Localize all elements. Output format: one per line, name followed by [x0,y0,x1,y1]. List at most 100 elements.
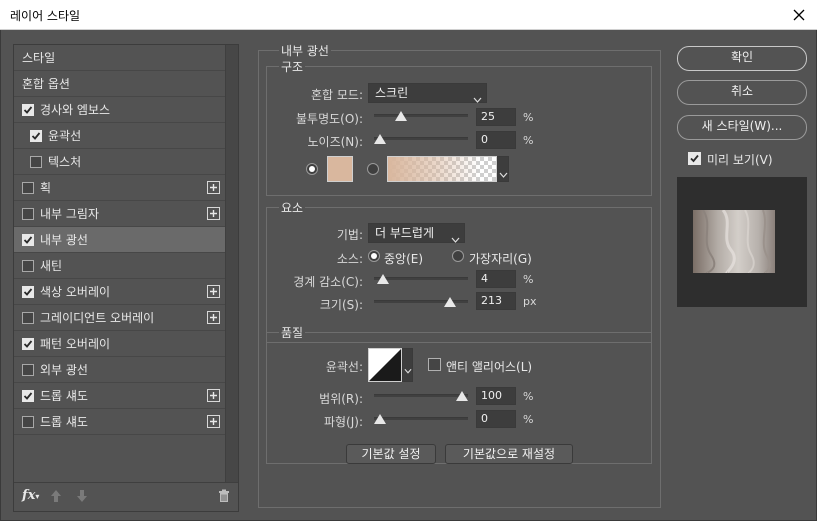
style-checkbox[interactable] [22,181,34,194]
style-list-item[interactable]: 그레이디언트 오버레이 [14,305,226,331]
inner-glow-title: 내부 광선 [279,42,331,59]
solid-color-radio[interactable] [306,163,318,175]
style-list-item[interactable]: 경사와 엠보스 [14,97,226,123]
style-list-scrollbar[interactable] [225,45,238,482]
range-slider[interactable] [374,389,468,403]
style-checkbox[interactable] [22,337,34,350]
ok-button[interactable]: 확인 [677,46,807,71]
contour-label: 윤곽선: [325,360,363,374]
noise-unit: % [523,134,534,147]
move-down-icon[interactable] [76,489,88,506]
cancel-button[interactable]: 취소 [677,80,807,105]
contour-dropdown-button[interactable] [402,348,413,382]
style-list-item[interactable]: 새틴 [14,253,226,279]
style-checkbox[interactable] [22,259,34,272]
blend-mode-select[interactable]: 스크린 [368,83,487,103]
style-list-item[interactable]: 색상 오버레이 [14,279,226,305]
style-list-item-label: 획 [40,181,52,195]
trash-icon[interactable] [218,489,230,506]
style-list-item[interactable]: 드롭 섀도 [14,409,226,435]
style-list-item-label: 드롭 섀도 [40,415,88,429]
add-icon[interactable] [207,311,220,324]
contour-curve-icon [369,349,401,381]
noise-label: 노이즈(N): [307,135,363,149]
style-list-item[interactable]: 획 [14,175,226,201]
noise-slider[interactable] [374,132,468,146]
fx-icon[interactable]: fx▾ [22,488,39,503]
jitter-input[interactable]: 0 [476,410,516,428]
checkmark-icon [23,339,33,348]
opacity-slider-thumb[interactable] [395,111,407,121]
add-icon[interactable] [207,207,220,220]
style-list-item-label: 윤곽선 [48,129,82,143]
noise-slider-track [374,137,468,140]
source-edge-radio[interactable] [452,250,464,262]
choke-unit: % [523,273,534,286]
technique-value: 더 부드럽게 [375,226,435,240]
range-input[interactable]: 100 [476,387,516,405]
style-checkbox[interactable] [22,103,34,116]
style-list-item[interactable]: 윤곽선 [14,123,226,149]
choke-slider[interactable] [374,272,468,286]
gradient-radio[interactable] [367,163,379,175]
style-checkbox[interactable] [22,389,34,402]
add-icon[interactable] [207,181,220,194]
style-list-item-label: 패턴 오버레이 [40,337,111,351]
gradient-picker[interactable] [387,156,497,182]
opacity-slider[interactable] [374,109,468,123]
noise-slider-thumb[interactable] [374,134,386,144]
checkmark-icon [690,154,699,163]
style-checkbox[interactable] [22,415,34,428]
opacity-label: 불투명도(O): [295,112,363,126]
jitter-slider[interactable] [374,412,468,426]
size-slider-thumb[interactable] [444,297,456,307]
source-center-label: 중앙(E) [384,252,424,266]
set-default-button[interactable]: 기본값 설정 [346,444,436,464]
style-checkbox[interactable] [30,129,42,142]
style-checkbox[interactable] [22,233,34,246]
chevron-down-icon [451,230,460,248]
style-checkbox[interactable] [22,311,34,324]
preview-label: 미리 보기(V) [707,153,773,167]
style-list-item[interactable]: 드롭 섀도 [14,383,226,409]
gradient-dropdown-button[interactable] [497,156,509,182]
style-list-item-label: 스타일 [22,51,56,65]
style-checkbox[interactable] [22,285,34,298]
size-slider[interactable] [374,295,468,309]
technique-select[interactable]: 더 부드럽게 [368,223,465,243]
glow-color-swatch[interactable] [327,156,353,182]
add-icon[interactable] [207,389,220,402]
style-checkbox[interactable] [22,207,34,220]
style-list-item[interactable]: 내부 그림자 [14,201,226,227]
choke-input[interactable]: 4 [476,270,516,288]
style-list-item[interactable]: 내부 광선 [14,227,226,253]
jitter-label: 파형(J): [323,415,363,429]
add-icon[interactable] [207,415,220,428]
style-list-item-label: 혼합 옵션 [22,77,70,91]
opacity-input[interactable]: 25 [476,108,516,126]
new-style-button[interactable]: 새 스타일(W)... [677,115,807,140]
range-slider-thumb[interactable] [456,391,468,401]
style-list-item[interactable]: 패턴 오버레이 [14,331,226,357]
style-checkbox[interactable] [30,155,42,168]
close-icon[interactable] [787,3,811,27]
style-list-panel: 스타일혼합 옵션경사와 엠보스윤곽선텍스처획내부 그림자 내부 광선 새틴 색상 오버… [13,44,239,512]
contour-picker[interactable] [368,348,402,382]
source-center-radio[interactable] [368,250,380,262]
style-list-item[interactable]: 텍스처 [14,149,226,175]
style-list-item[interactable]: 혼합 옵션 [14,71,226,97]
style-list-item[interactable]: 외부 광선 [14,357,226,383]
jitter-slider-thumb[interactable] [374,414,386,424]
preview-checkbox[interactable] [688,152,701,165]
add-icon[interactable] [207,285,220,298]
choke-slider-thumb[interactable] [377,274,389,284]
move-up-icon[interactable] [50,489,62,506]
style-list-item-label: 텍스처 [48,155,82,169]
antialias-checkbox[interactable] [428,358,441,371]
size-input[interactable]: 213 [476,292,516,310]
reset-default-button[interactable]: 기본값으로 재설정 [445,444,573,464]
noise-input[interactable]: 0 [476,131,516,149]
style-checkbox[interactable] [22,363,34,376]
style-list-item[interactable]: 스타일 [14,45,226,71]
size-label: 크기(S): [319,298,363,312]
